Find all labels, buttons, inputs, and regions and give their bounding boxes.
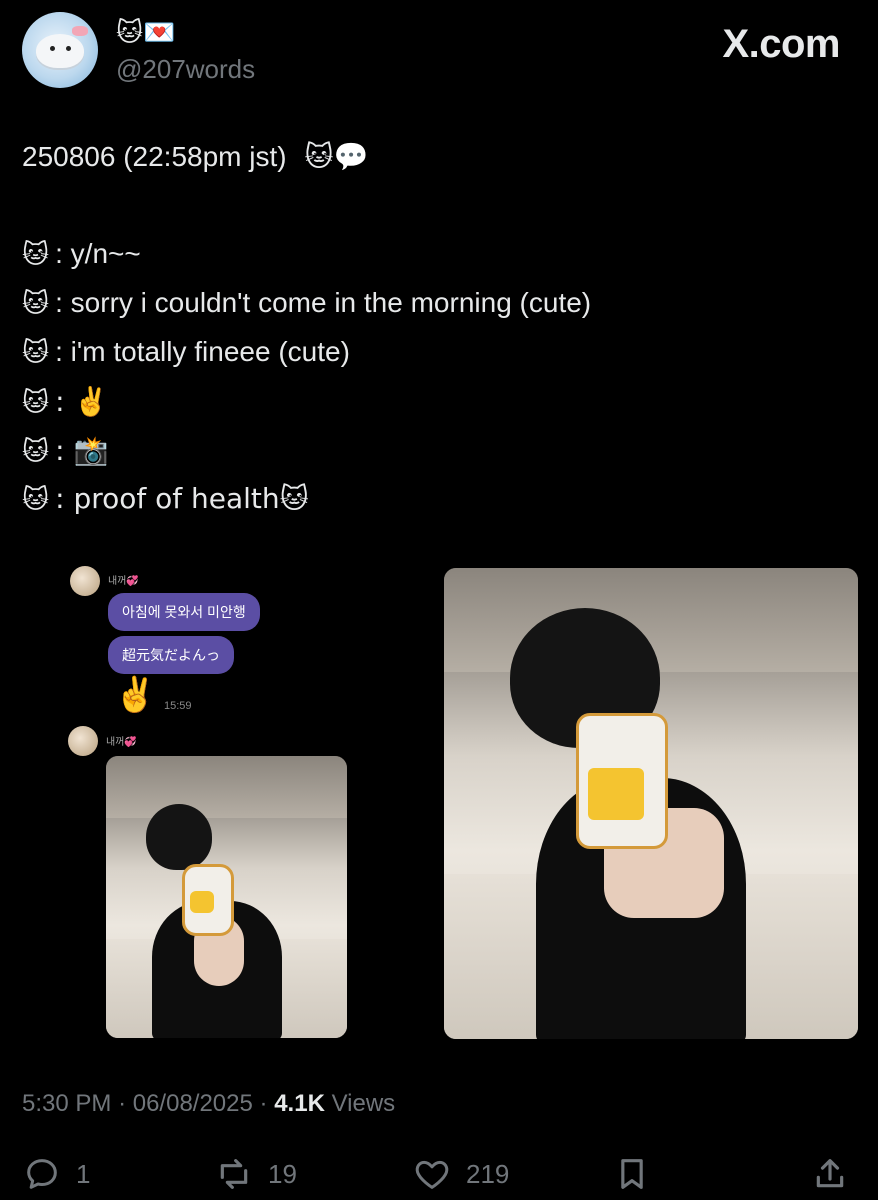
tweet-line: 🐱: sorry i couldn't come in the morning … xyxy=(22,287,591,319)
display-name[interactable]: 🐱💌 xyxy=(116,18,175,48)
chat-timestamp: 15:59 xyxy=(164,700,192,712)
reply-icon xyxy=(27,1159,57,1189)
like-count: 219 xyxy=(466,1158,510,1189)
repost-count: 19 xyxy=(268,1158,297,1189)
share-icon xyxy=(816,1159,844,1188)
cat-emoji-icon: 🐱 xyxy=(22,485,50,515)
peace-emoji: ✌️ xyxy=(114,675,157,715)
bookmark-button[interactable] xyxy=(612,1152,666,1196)
tweet-line: 🐱: y/n~~ xyxy=(22,238,141,270)
tweet-line-text: : ✌️ xyxy=(55,385,109,418)
cat-emoji-icon: 🐱 xyxy=(22,289,50,319)
chat-photo[interactable] xyxy=(106,756,347,1038)
media-chat-screenshot[interactable]: 내꺼💞 아침에 못와서 미안행 超元気だよんっ ✌️ 15:59 내꺼💞 xyxy=(60,560,420,1040)
cat-emoji-icon: 🐱 xyxy=(22,338,50,368)
avatar-eye xyxy=(66,46,71,51)
repost-icon xyxy=(220,1159,248,1189)
photo-person-hair xyxy=(146,804,212,870)
tweet-line: 🐱: i'm totally fineee (cute) xyxy=(22,336,350,368)
reply-count: 1 xyxy=(76,1158,91,1189)
meta-separator: · xyxy=(259,1090,275,1117)
chat-bubble: 아침에 못와서 미안행 xyxy=(108,593,260,631)
brand-logo: X.com xyxy=(722,22,840,66)
heart-icon xyxy=(415,1160,449,1189)
avatar-bow xyxy=(72,26,88,36)
tweet-meta: 5:30 PM · 06/08/2025 · 4.1K Views xyxy=(22,1090,395,1118)
share-button[interactable] xyxy=(810,1152,864,1196)
avatar-eye xyxy=(50,46,55,51)
tweet-line-text: : y/n~~ xyxy=(55,238,141,269)
photo-phone-sticker xyxy=(190,891,214,913)
tweet-date-line: 250806 (22:58pm jst) 🐱💬 xyxy=(22,140,368,173)
views-count: 4.1K xyxy=(274,1090,325,1117)
photo-ceiling xyxy=(106,756,347,819)
tweet-line-text: : proof of health🐱 xyxy=(55,482,309,515)
tweet-line-text: : i'm totally fineee (cute) xyxy=(55,336,350,367)
tweet-line: 🐱: proof of health🐱 xyxy=(22,482,309,515)
chat-avatar xyxy=(70,566,100,596)
chat-sender-name: 내꺼💞 xyxy=(108,576,139,587)
tweet-date[interactable]: 06/08/2025 xyxy=(133,1090,253,1117)
views-label: Views xyxy=(331,1090,396,1117)
repost-button[interactable]: 19 xyxy=(214,1152,297,1196)
media-photo[interactable] xyxy=(444,568,858,1039)
date-emojis: 🐱💬 xyxy=(304,140,369,173)
bookmark-icon xyxy=(621,1159,643,1189)
avatar[interactable] xyxy=(22,12,98,88)
tweet-line-text: : sorry i couldn't come in the morning (… xyxy=(55,287,592,318)
author-handle[interactable]: @207words xyxy=(116,54,255,85)
cat-emoji-icon: 🐱 xyxy=(22,388,50,418)
tweet-line-text: : 📸 xyxy=(55,434,109,467)
avatar-seal xyxy=(36,34,84,68)
date-text: 250806 (22:58pm jst) xyxy=(22,141,287,172)
tweet-line: 🐱: 📸 xyxy=(22,434,108,467)
tweet-time[interactable]: 5:30 PM xyxy=(22,1090,111,1117)
meta-separator: · xyxy=(118,1090,133,1117)
tweet-line: 🐱: ✌️ xyxy=(22,385,108,418)
photo-phone-sticker xyxy=(588,768,644,820)
cat-emoji-icon: 🐱 xyxy=(22,437,50,467)
chat-avatar xyxy=(68,726,98,756)
reply-button[interactable]: 1 xyxy=(22,1152,90,1196)
chat-bubble: 超元気だよんっ xyxy=(108,636,234,674)
chat-sender-name: 내꺼💞 xyxy=(106,737,137,748)
cat-emoji-icon: 🐱 xyxy=(22,240,50,270)
like-button[interactable]: 219 xyxy=(412,1152,509,1196)
